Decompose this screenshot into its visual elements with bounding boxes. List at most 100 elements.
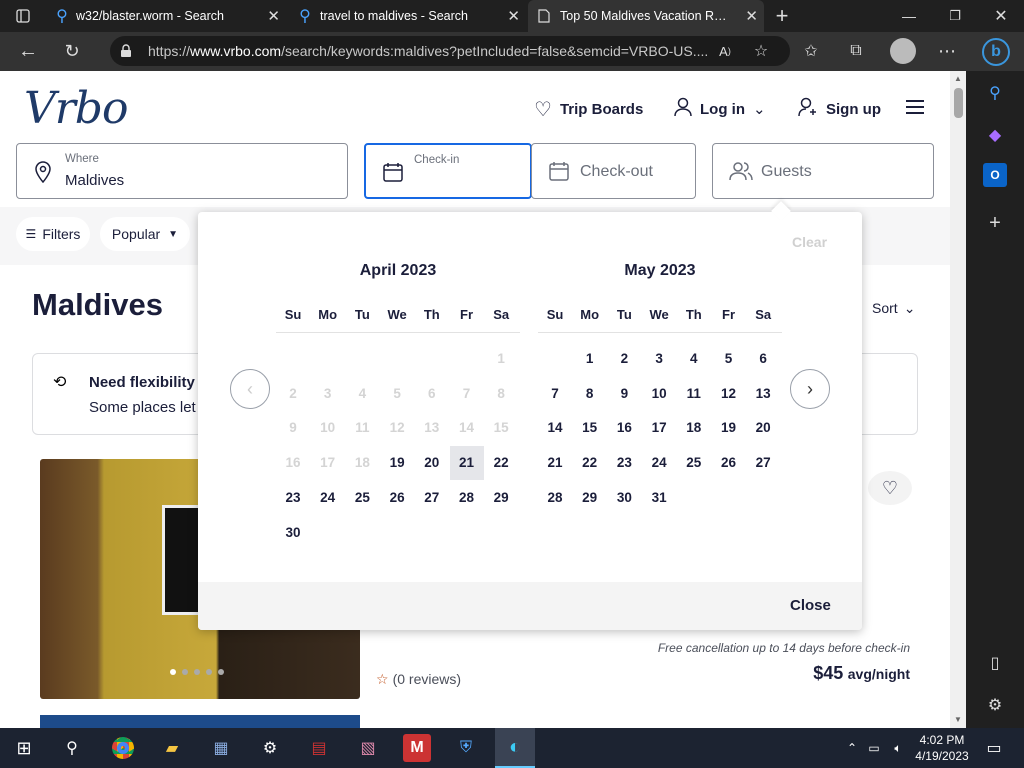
check-out-field[interactable]: Check-out [531, 143, 696, 199]
close-calendar-button[interactable]: Close [790, 597, 831, 614]
window-close-icon[interactable]: ✕ [990, 6, 1012, 26]
calendar-day[interactable]: 25 [345, 481, 379, 515]
back-icon[interactable]: ← [16, 40, 40, 62]
volume-muted-icon[interactable]: 🔈︎ [884, 734, 912, 762]
favorites-icon[interactable]: ✩ [800, 41, 822, 61]
favorite-add-icon[interactable]: ☆ [750, 41, 772, 61]
settings-gear-icon[interactable]: ⚙ [256, 734, 284, 762]
calendar-day[interactable]: 21 [449, 446, 484, 481]
chrome-icon[interactable] [109, 734, 137, 762]
tab-blaster-search[interactable]: ⚲ w32/blaster.worm - Search ✕ [48, 0, 286, 32]
settings-gear-icon[interactable]: ⚙ [983, 693, 1007, 717]
calendar-day[interactable]: 7 [538, 377, 572, 411]
profile-avatar[interactable] [890, 38, 916, 64]
calendar-day[interactable]: 24 [311, 481, 345, 515]
clock[interactable]: 4:02 PM 4/19/2023 [912, 732, 972, 764]
clear-dates-button[interactable]: Clear [792, 234, 827, 250]
sort-button[interactable]: Sort ⌄ [872, 300, 915, 317]
calendar-day[interactable]: 14 [538, 411, 572, 445]
calendar-day[interactable]: 22 [484, 446, 518, 480]
calendar-day[interactable]: 23 [276, 481, 310, 515]
calendar-day[interactable]: 27 [415, 481, 449, 515]
next-listing-photo[interactable] [40, 715, 360, 728]
search-icon[interactable]: ⚲ [983, 81, 1007, 105]
scroll-up-icon[interactable]: ▲ [953, 73, 963, 83]
bing-chat-icon[interactable]: b [982, 38, 1010, 66]
edge-taskbar-icon[interactable]: ◐ [495, 728, 535, 768]
calendar-day[interactable]: 4 [677, 342, 711, 376]
calendar-day[interactable]: 30 [276, 516, 310, 550]
scrollbar-thumb[interactable] [954, 88, 963, 118]
next-month-button[interactable]: › [790, 369, 830, 409]
malwarebytes-icon[interactable]: M [403, 734, 431, 762]
calendar-day[interactable]: 12 [712, 377, 746, 411]
tab-maldives-search[interactable]: ⚲ travel to maldives - Search ✕ [290, 0, 526, 32]
calendar-day[interactable]: 20 [746, 411, 780, 445]
filters-button[interactable]: ☰ Filters [16, 217, 90, 251]
reviews-link[interactable]: ☆ (0 reviews) [376, 671, 461, 688]
calendar-day[interactable]: 15 [573, 411, 607, 445]
calendar-day[interactable]: 6 [746, 342, 780, 376]
tab-vrbo-active[interactable]: Top 50 Maldives Vacation Rentals ✕ [528, 0, 764, 32]
prev-month-button[interactable]: ‹ [230, 369, 270, 409]
restore-icon[interactable]: ❐ [944, 6, 966, 26]
calendar-day[interactable]: 22 [573, 446, 607, 480]
page-scrollbar[interactable] [950, 71, 966, 728]
guests-field[interactable]: Guests [712, 143, 934, 199]
hamburger-menu-icon[interactable] [904, 97, 926, 117]
close-tab-icon[interactable]: ✕ [745, 7, 758, 25]
calendar-day[interactable]: 25 [677, 446, 711, 480]
calendar-day[interactable]: 30 [607, 481, 641, 515]
calendar-day[interactable]: 29 [573, 481, 607, 515]
where-field[interactable]: Where Maldives [16, 143, 348, 199]
app-icon-2[interactable]: ▧ [354, 734, 382, 762]
log-in-link[interactable]: Log in ⌄ [674, 97, 766, 121]
sidebar-toggle-icon[interactable]: ▯ [983, 651, 1007, 675]
file-explorer-icon[interactable]: ▰ [158, 734, 186, 762]
tab-actions-icon[interactable] [12, 6, 34, 26]
calendar-day[interactable]: 23 [607, 446, 641, 480]
calendar-day[interactable]: 24 [642, 446, 676, 480]
save-heart-icon[interactable]: ♡ [868, 471, 912, 505]
calendar-day[interactable]: 11 [677, 377, 711, 411]
app-icon[interactable]: ▦ [207, 734, 235, 762]
defender-shield-icon[interactable]: ⛨ [452, 734, 480, 762]
close-tab-icon[interactable]: ✕ [267, 7, 280, 25]
calendar-day[interactable]: 21 [538, 446, 572, 480]
calendar-day[interactable]: 8 [573, 377, 607, 411]
add-app-icon[interactable]: + [983, 211, 1007, 235]
calendar-day[interactable]: 3 [642, 342, 676, 376]
sign-up-link[interactable]: Sign up [798, 97, 881, 121]
calendar-day[interactable]: 18 [677, 411, 711, 445]
calendar-day[interactable]: 2 [607, 342, 641, 376]
calendar-day[interactable]: 19 [712, 411, 746, 445]
scroll-down-icon[interactable]: ▼ [953, 714, 963, 724]
calendar-day[interactable]: 28 [450, 481, 484, 515]
calendar-day[interactable]: 31 [642, 481, 676, 515]
windows-start-icon[interactable]: ⊞ [10, 734, 38, 762]
refresh-icon[interactable]: ↻ [60, 40, 84, 62]
check-in-field[interactable]: Check-in [364, 143, 532, 199]
trip-boards-link[interactable]: ♡ Trip Boards [534, 97, 643, 122]
read-aloud-icon[interactable]: A) [714, 41, 736, 61]
calendar-day[interactable]: 10 [642, 377, 676, 411]
notifications-icon[interactable]: ▭ [980, 734, 1008, 762]
calendar-day[interactable]: 19 [380, 446, 414, 480]
more-menu-icon[interactable]: ⋯ [936, 41, 958, 61]
calendar-day[interactable]: 29 [484, 481, 518, 515]
calendar-day[interactable]: 5 [712, 342, 746, 376]
calendar-day[interactable]: 1 [573, 342, 607, 376]
search-icon[interactable]: ⚲ [58, 734, 86, 762]
calendar-day[interactable]: 20 [415, 446, 449, 480]
new-tab-icon[interactable]: + [770, 3, 794, 28]
minimize-icon[interactable]: — [898, 6, 920, 26]
url-bar[interactable]: https://www.vrbo.com/search/keywords:mal… [110, 36, 790, 66]
popular-button[interactable]: Popular ▼ [100, 217, 190, 251]
calendar-day[interactable]: 28 [538, 481, 572, 515]
calendar-day[interactable]: 13 [746, 377, 780, 411]
vrbo-logo[interactable]: Vrbo [24, 83, 128, 134]
photo-carousel-dots[interactable] [170, 669, 224, 675]
calendar-day[interactable]: 17 [642, 411, 676, 445]
outlook-icon[interactable]: O [983, 163, 1007, 187]
calendar-day[interactable]: 9 [607, 377, 641, 411]
